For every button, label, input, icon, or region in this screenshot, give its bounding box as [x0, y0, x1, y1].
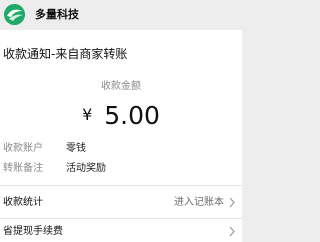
divider [0, 185, 242, 186]
fee-row[interactable]: 省提现手续费 [0, 221, 242, 242]
notice-card: 收款通知-来自商家转账 收款金额 ¥5.00 收款账户 零钱 转账备注 活动奖励… [0, 30, 242, 242]
chevron-right-icon [229, 226, 235, 237]
stats-row[interactable]: 收款统计 进入记账本 [0, 192, 242, 214]
notice-title: 收款通知-来自商家转账 [3, 47, 128, 61]
divider [0, 218, 242, 219]
fee-label: 省提现手续费 [3, 226, 63, 237]
amount-display: ¥5.00 [0, 100, 242, 131]
detail-value-account: 零钱 [66, 143, 86, 154]
detail-label-remark: 转账备注 [3, 163, 43, 174]
brand-name: 多量科技 [35, 8, 79, 21]
currency-symbol: ¥ [82, 105, 93, 124]
stats-label: 收款统计 [3, 197, 43, 208]
header: 多量科技 [0, 0, 242, 30]
brand-logo-icon [4, 4, 25, 25]
amount-value: 5.00 [104, 101, 160, 130]
detail-value-remark: 活动奖励 [66, 163, 106, 174]
notification-screen: 多量科技 收款通知-来自商家转账 收款金额 ¥5.00 收款账户 零钱 转账备注… [0, 0, 242, 242]
chevron-right-icon [229, 197, 235, 208]
open-ledger-link[interactable]: 进入记账本 [174, 196, 224, 209]
detail-label-account: 收款账户 [3, 143, 43, 154]
amount-label: 收款金额 [101, 81, 141, 92]
